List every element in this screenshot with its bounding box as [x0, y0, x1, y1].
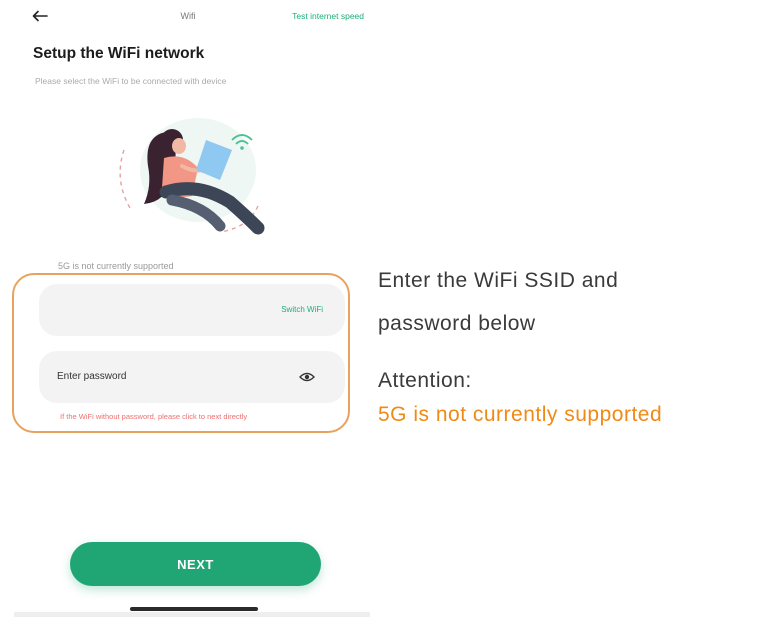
test-speed-link[interactable]: Test internet speed: [292, 11, 364, 21]
eye-icon[interactable]: [299, 370, 315, 382]
annotation-attention-label: Attention:: [378, 369, 472, 392]
header-title: Wifi: [180, 11, 196, 21]
screen: Wifi Test internet speed Setup the WiFi …: [0, 0, 772, 617]
5g-not-supported-note: 5G is not currently supported: [58, 261, 174, 271]
page-subtitle: Please select the WiFi to be connected w…: [35, 76, 227, 86]
switch-wifi-link[interactable]: Switch WiFi: [281, 305, 323, 314]
next-button[interactable]: NEXT: [70, 542, 321, 586]
phone-screen: Wifi Test internet speed Setup the WiFi …: [0, 0, 372, 617]
woman-with-laptop-illustration: [108, 110, 278, 250]
annotation-5g-warning: 5G is not currently supported: [378, 403, 663, 426]
bottom-edge: [14, 612, 370, 617]
password-field-row[interactable]: [39, 351, 345, 403]
top-bar: Wifi Test internet speed: [0, 0, 372, 34]
annotation-line-1: Enter the WiFi SSID and: [378, 269, 619, 292]
back-arrow-icon[interactable]: [28, 6, 52, 26]
home-indicator: [130, 607, 258, 611]
password-input[interactable]: [57, 371, 257, 382]
page-title: Setup the WiFi network: [33, 45, 205, 62]
annotation-line-2: password below: [378, 312, 536, 335]
wifi-ssid-field[interactable]: Switch WiFi: [39, 284, 345, 336]
no-password-hint: If the WiFi without password, please cli…: [60, 412, 248, 421]
